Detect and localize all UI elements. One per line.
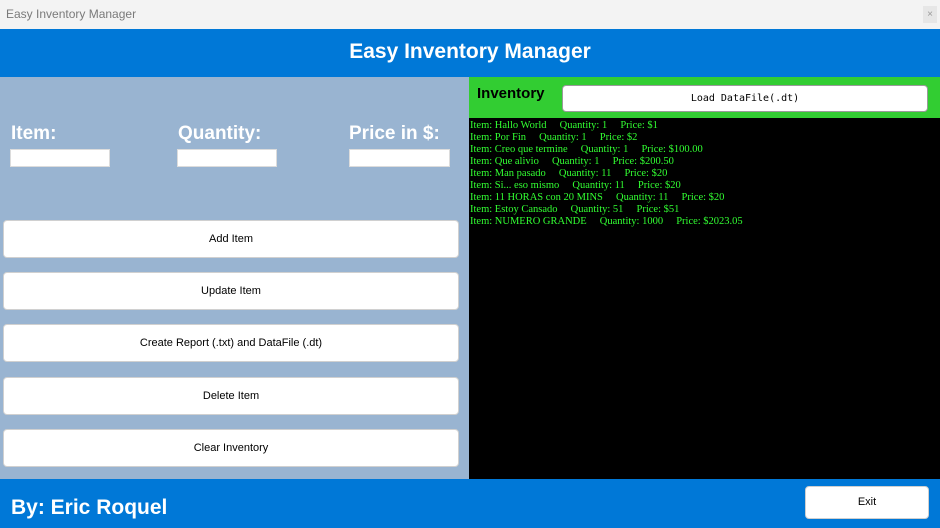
list-item: Item: Que alivio Quantity: 1 Price: $200… [470,156,674,167]
window-title: Easy Inventory Manager [6,7,137,21]
price-label: Price in $: [349,123,440,144]
list-item: Item: Si... eso mismo Quantity: 11 Price… [470,180,681,191]
app-header: Easy Inventory Manager [0,29,940,77]
list-item: Item: Hallo World Quantity: 1 Price: $1 [470,120,658,131]
item-label: Item: [11,123,57,144]
list-item: Item: Por Fin Quantity: 1 Price: $2 [470,132,638,143]
app-footer: By: Eric Roquel Exit [0,479,940,528]
load-datafile-button[interactable]: Load DataFile(.dt) [562,85,928,112]
author-credit: By: Eric Roquel [11,496,168,519]
title-bar: Easy Inventory Manager × [0,0,940,29]
delete-item-button[interactable]: Delete Item [3,377,459,415]
inventory-list[interactable]: Item: Hallo World Quantity: 1 Price: $1 … [469,118,940,479]
list-item: Item: Estoy Cansado Quantity: 51 Price: … [470,204,680,215]
add-item-button[interactable]: Add Item [3,220,459,258]
list-item: Item: Creo que termine Quantity: 1 Price… [470,144,703,155]
clear-inventory-button[interactable]: Clear Inventory [3,429,459,467]
app-title: Easy Inventory Manager [349,40,591,63]
quantity-label: Quantity: [178,123,262,144]
list-item: Item: 11 HORAS con 20 MINS Quantity: 11 … [470,192,725,203]
price-input[interactable] [349,149,450,167]
create-report-button[interactable]: Create Report (.txt) and DataFile (.dt) [3,324,459,362]
inventory-title: Inventory [477,85,545,102]
item-form-panel: Item: Quantity: Price in $: Add Item Upd… [0,77,469,479]
list-item: Item: Man pasado Quantity: 11 Price: $20 [470,168,668,179]
item-input[interactable] [10,149,110,167]
inventory-header: Inventory Load DataFile(.dt) [469,77,940,118]
quantity-input[interactable] [177,149,277,167]
exit-button[interactable]: Exit [805,486,929,519]
update-item-button[interactable]: Update Item [3,272,459,310]
close-icon[interactable]: × [923,6,937,23]
inventory-lines: Item: Hallo World Quantity: 1 Price: $1 … [469,120,743,228]
list-item: Item: NUMERO GRANDE Quantity: 1000 Price… [470,216,743,227]
